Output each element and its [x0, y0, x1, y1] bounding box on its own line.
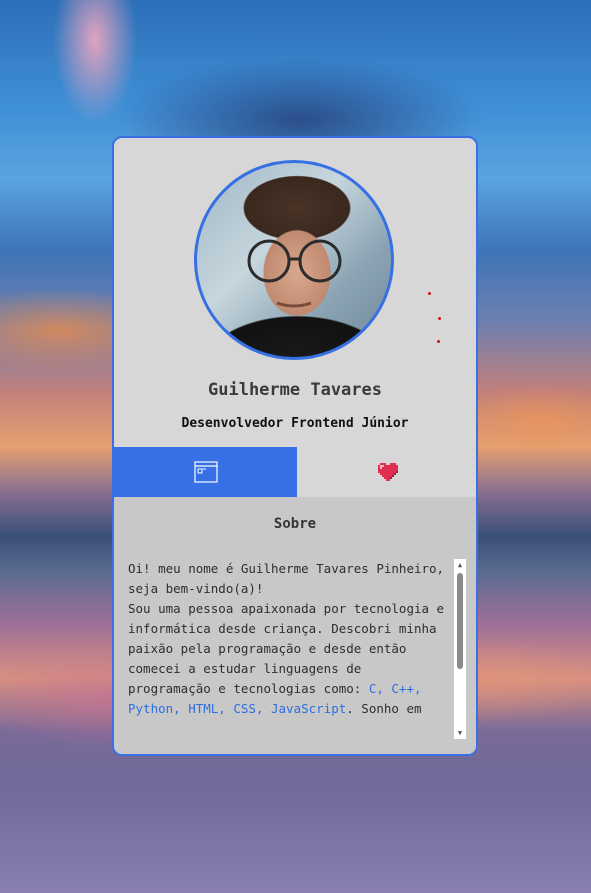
avatar — [194, 160, 394, 360]
browser-window-icon — [193, 461, 218, 483]
about-text: Oi! meu nome é Guilherme Tavares Pinheir… — [126, 559, 466, 719]
scroll-down-arrow-icon[interactable]: ▼ — [454, 727, 466, 739]
profile-role: Desenvolvedor Frontend Júnior — [181, 416, 409, 431]
tab-about[interactable] — [114, 447, 297, 497]
about-text-box[interactable]: Oi! meu nome é Guilherme Tavares Pinheir… — [126, 559, 466, 739]
profile-name: Guilherme Tavares — [208, 380, 382, 400]
dot — [428, 292, 431, 295]
page-background: { "profile": { "name": "Guilherme Tavare… — [0, 0, 591, 893]
about-title: Sobre — [273, 516, 317, 532]
about-scrollbar[interactable]: ▲ ▼ — [454, 559, 466, 739]
about-text-intro: Oi! meu nome é Guilherme Tavares Pinheir… — [128, 561, 445, 696]
dot — [438, 317, 441, 320]
scroll-thumb[interactable] — [457, 573, 463, 669]
dot — [437, 340, 440, 343]
scroll-up-arrow-icon[interactable]: ▲ — [454, 559, 466, 571]
tab-bar — [114, 447, 476, 497]
about-text-continuation: . Sonho em — [346, 701, 422, 716]
tab-likes[interactable] — [297, 447, 476, 497]
about-panel: Sobre Oi! meu nome é Guilherme Tavares P… — [114, 497, 476, 754]
heart-icon — [377, 463, 398, 481]
glasses-shape — [247, 239, 342, 308]
profile-card: Guilherme Tavares Desenvolvedor Frontend… — [112, 136, 478, 756]
